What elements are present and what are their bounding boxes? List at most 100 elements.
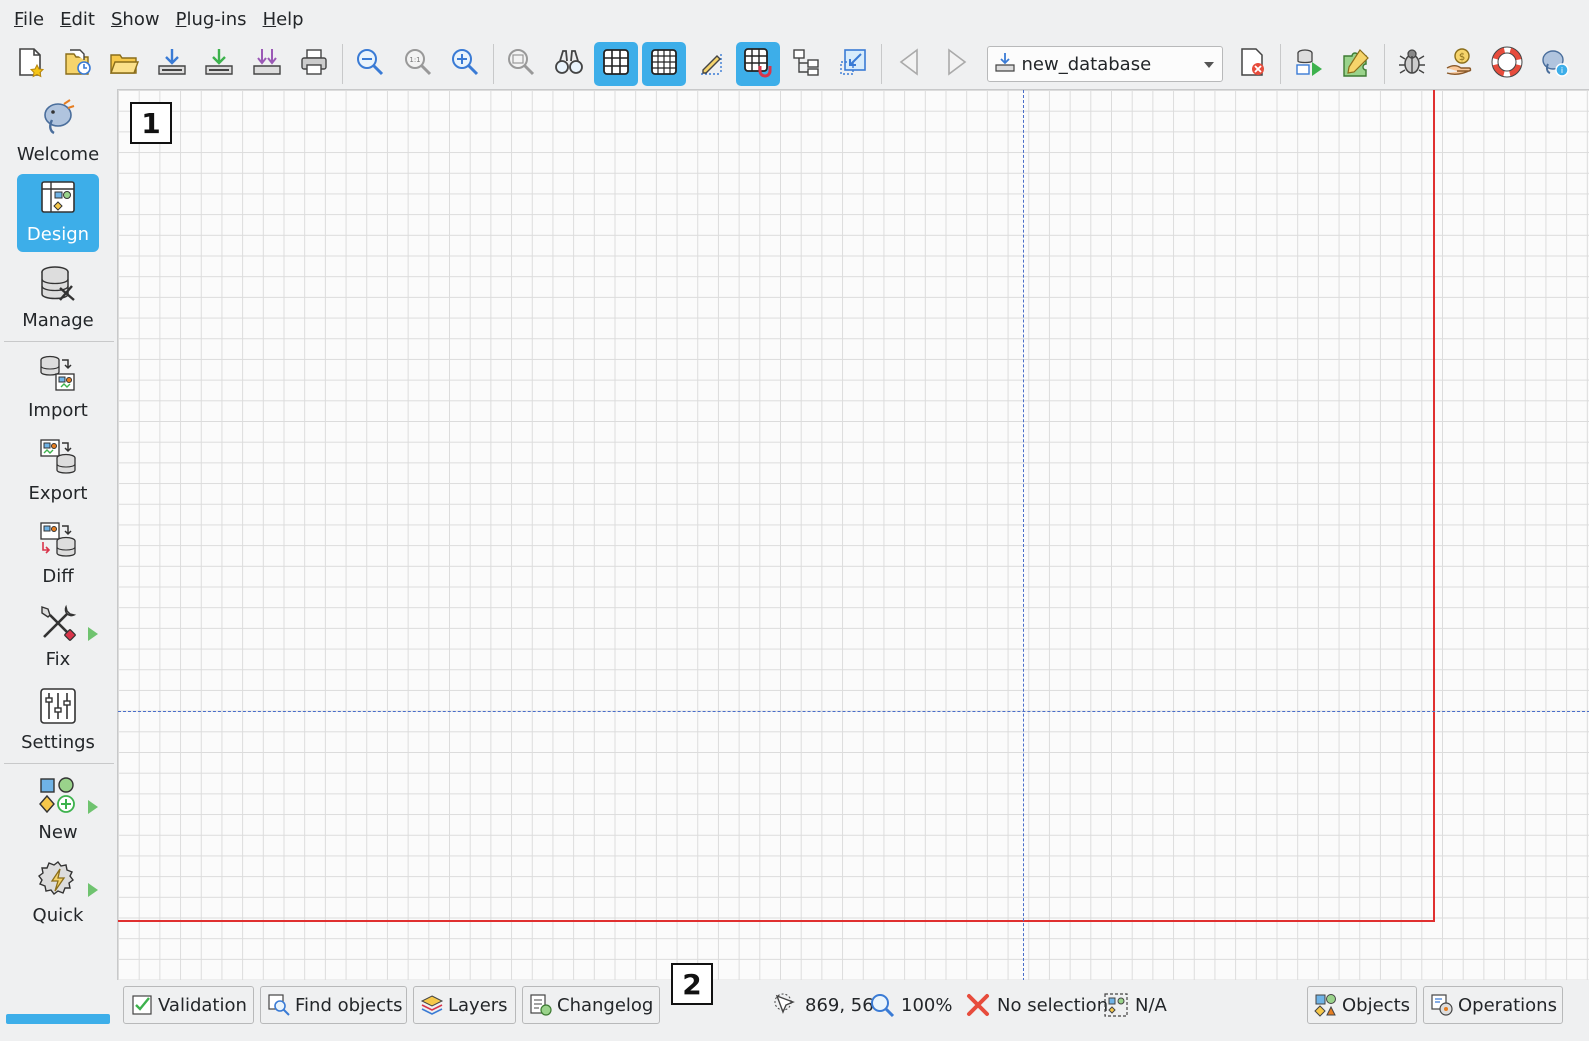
changelog-button[interactable]: Changelog	[522, 986, 660, 1024]
recent-models-button[interactable]	[55, 42, 99, 86]
lifebuoy-icon	[1491, 46, 1523, 82]
print-button[interactable]	[292, 42, 336, 86]
menu-file[interactable]: File	[6, 0, 52, 38]
align-to-grid-button[interactable]	[641, 42, 686, 86]
layers-icon	[420, 993, 444, 1017]
cursor-position-value: 869, 56	[805, 994, 874, 1016]
zoom-in-icon	[449, 46, 481, 82]
expand-canvas-icon	[837, 46, 869, 82]
changelog-icon	[529, 993, 553, 1017]
donate-button[interactable]: $	[1438, 42, 1482, 86]
previous-model-button[interactable]	[887, 42, 931, 86]
expand-arrow-icon[interactable]	[88, 800, 98, 814]
sidebar-item-export[interactable]: Export	[17, 433, 99, 509]
about-button[interactable]: i	[1532, 42, 1576, 86]
selection-status: No selection	[965, 986, 1108, 1024]
menu-edit[interactable]: Edit	[52, 0, 103, 38]
objects-button[interactable]: Objects	[1307, 986, 1417, 1024]
sidebar-item-label: Fix	[45, 649, 71, 670]
settings-icon	[36, 684, 80, 728]
sidebar-item-manage[interactable]: Manage	[17, 260, 99, 336]
design-icon	[36, 176, 80, 220]
selection-detail: N/A	[1103, 986, 1167, 1024]
validation-icon	[130, 993, 154, 1017]
chevron-down-icon[interactable]	[1203, 62, 1214, 68]
overview-button[interactable]	[499, 42, 543, 86]
toolbar-separator	[1383, 44, 1385, 84]
sidebar-item-quick[interactable]: Quick	[17, 855, 99, 931]
sidebar-item-settings[interactable]: Settings	[17, 682, 99, 758]
save-all-button[interactable]	[245, 42, 289, 86]
find-objects-label: Find objects	[295, 994, 403, 1016]
close-model-button[interactable]	[1230, 42, 1274, 86]
toolbar-separator	[492, 44, 494, 84]
objects-label: Objects	[1342, 994, 1411, 1016]
page-delimiters-icon	[695, 46, 727, 82]
bug-icon	[1396, 46, 1428, 82]
plugin-icon	[1340, 46, 1372, 82]
magnetic-grid-button[interactable]	[736, 42, 781, 86]
find-button[interactable]	[547, 42, 591, 86]
toolbar-separator	[1279, 44, 1281, 84]
status-marker: 2	[671, 963, 713, 1005]
expand-arrow-icon[interactable]	[88, 883, 98, 897]
model-canvas[interactable]: 1	[117, 89, 1589, 980]
zoom-out-icon	[354, 46, 386, 82]
svg-text:1:1: 1:1	[409, 56, 420, 64]
arrow-right-icon	[941, 46, 973, 82]
horizontal-guide-line	[118, 711, 1589, 712]
expand-arrow-icon[interactable]	[88, 627, 98, 641]
database-combo-value: new_database	[1021, 53, 1152, 75]
main-toolbar: 1:1 new_database $ i	[0, 38, 1589, 90]
recent-models-icon	[61, 46, 93, 82]
sidebar-item-import[interactable]: Import	[17, 350, 99, 426]
page-delimiters-button[interactable]	[689, 42, 733, 86]
database-combo[interactable]: new_database	[986, 46, 1223, 82]
fix-icon	[36, 601, 80, 645]
page-delimiter	[118, 90, 1435, 922]
next-model-button[interactable]	[935, 42, 979, 86]
sidebar-item-design[interactable]: Design	[17, 174, 99, 252]
arrange-objects-button[interactable]	[784, 42, 828, 86]
save-as-button[interactable]	[197, 42, 241, 86]
save-as-icon	[203, 46, 235, 82]
menu-show[interactable]: Show	[103, 0, 168, 38]
manage-icon	[36, 262, 80, 306]
open-model-button[interactable]	[102, 42, 146, 86]
objects-icon	[1314, 993, 1338, 1017]
sidebar-item-fix[interactable]: Fix	[17, 599, 99, 675]
execute-button[interactable]	[1287, 42, 1331, 86]
save-button[interactable]	[150, 42, 194, 86]
bug-report-button[interactable]	[1390, 42, 1434, 86]
validation-button[interactable]: Validation	[123, 986, 254, 1024]
zoom-in-button[interactable]	[443, 42, 487, 86]
quick-actions-icon	[36, 857, 80, 901]
operations-button[interactable]: Operations	[1423, 986, 1563, 1024]
plugins-button[interactable]	[1334, 42, 1378, 86]
expand-canvas-button[interactable]	[831, 42, 875, 86]
open-model-icon	[108, 46, 140, 82]
layers-button[interactable]: Layers	[413, 986, 516, 1024]
zoom-icon	[869, 992, 895, 1018]
save-icon	[156, 46, 188, 82]
sidebar-item-welcome[interactable]: Welcome	[17, 94, 99, 170]
selection-value: No selection	[997, 994, 1109, 1016]
show-grid-button[interactable]	[594, 42, 639, 86]
menu-help[interactable]: Help	[255, 0, 312, 38]
new-model-button[interactable]	[8, 42, 52, 86]
sidebar-item-label: Welcome	[16, 144, 100, 165]
elephant-logo-icon: i	[1538, 46, 1570, 82]
zoom-out-button[interactable]	[348, 42, 392, 86]
svg-text:i: i	[1561, 66, 1563, 75]
zoom-level: 100%	[869, 986, 952, 1024]
sidebar-item-diff[interactable]: Diff	[17, 516, 99, 592]
sidebar-item-new[interactable]: New	[17, 772, 99, 848]
menu-plugins[interactable]: Plug-ins	[168, 0, 255, 38]
find-objects-button[interactable]: Find objects	[260, 986, 407, 1024]
diff-icon	[36, 518, 80, 562]
support-button[interactable]	[1485, 42, 1529, 86]
donate-icon: $	[1444, 46, 1476, 82]
cursor-position: 869, 56	[773, 986, 874, 1024]
new-object-icon	[36, 774, 80, 818]
zoom-normal-button[interactable]: 1:1	[396, 42, 440, 86]
